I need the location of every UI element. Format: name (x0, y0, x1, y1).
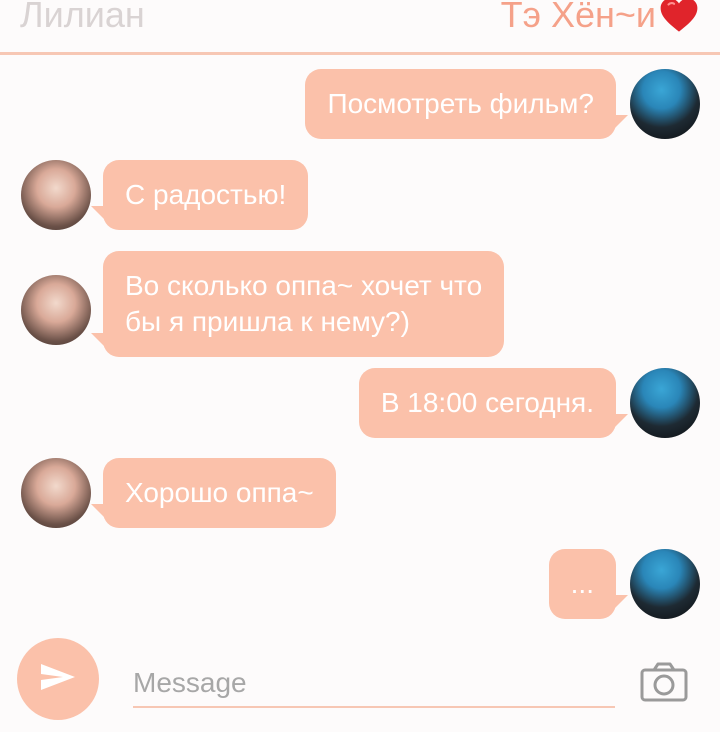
message-text: В 18:00 сегодня. (380, 387, 594, 418)
message-row: С радостью! (21, 160, 309, 230)
message-bubble[interactable]: С радостью! (90, 160, 309, 230)
message-bubble[interactable]: Посмотреть фильм? (305, 69, 628, 139)
message-row: Во сколько оппа~ хочет что бы я пришла к… (21, 251, 505, 357)
message-row: Посмотреть фильм? (305, 69, 700, 139)
send-button[interactable] (17, 638, 99, 720)
message-bubble[interactable]: ... (548, 549, 629, 619)
message-row: В 18:00 сегодня. (358, 368, 700, 438)
camera-icon (640, 662, 688, 706)
avatar[interactable] (21, 275, 91, 345)
message-input[interactable] (133, 660, 615, 708)
message-text: Хорошо оппа~ (125, 477, 314, 508)
message-text-line: Во сколько оппа~ хочет что (125, 270, 483, 301)
message-row: ... (548, 549, 700, 619)
chat-header: Лилиан Тэ Хён~и (0, 0, 720, 55)
contact-name-left: Лилиан (20, 0, 145, 36)
message-bubble[interactable]: В 18:00 сегодня. (358, 368, 629, 438)
contact-right-label: Тэ Хён~и (500, 0, 656, 35)
send-icon (39, 662, 77, 697)
heart-icon (658, 0, 700, 36)
message-bubble[interactable]: Во сколько оппа~ хочет что бы я пришла к… (90, 251, 505, 357)
avatar[interactable] (21, 160, 91, 230)
avatar[interactable] (630, 69, 700, 139)
contact-name-right: Тэ Хён~и (501, 0, 700, 36)
camera-button[interactable] (640, 662, 688, 702)
message-text-line: бы я пришла к нему?) (125, 306, 410, 337)
chat-screen: Лилиан Тэ Хён~и Посмотреть фильм? С радо… (0, 0, 720, 732)
avatar[interactable] (630, 549, 700, 619)
avatar[interactable] (21, 458, 91, 528)
message-text: С радостью! (125, 179, 287, 210)
message-bubble[interactable]: Хорошо оппа~ (91, 458, 336, 528)
message-text: Посмотреть фильм? (327, 88, 594, 119)
contact-left-label: Лилиан (20, 0, 145, 35)
message-row: Хорошо оппа~ (21, 458, 336, 528)
avatar[interactable] (630, 368, 700, 438)
message-text: ... (570, 568, 594, 599)
